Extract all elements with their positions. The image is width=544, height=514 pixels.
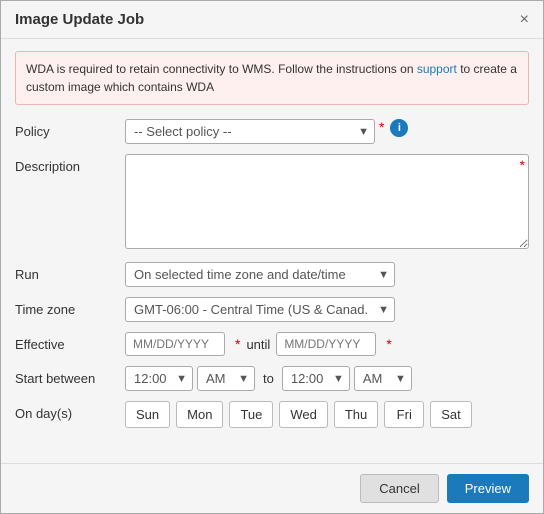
time-start-wrapper: 12:00 ▼: [125, 366, 193, 391]
close-button[interactable]: ×: [520, 12, 529, 28]
description-label: Description: [15, 154, 125, 174]
run-select[interactable]: On selected time zone and date/time: [125, 262, 395, 287]
effective-date-start[interactable]: [125, 332, 225, 356]
policy-select[interactable]: -- Select policy --: [125, 119, 375, 144]
time-end-wrapper: 12:00 ▼: [282, 366, 350, 391]
ampm-start-select[interactable]: AM: [197, 366, 255, 391]
days-row: SunMonTueWedThuFriSat: [125, 401, 472, 428]
dialog-footer: Cancel Preview: [1, 463, 543, 513]
dialog-header: Image Update Job ×: [1, 1, 543, 39]
day-button-fri[interactable]: Fri: [384, 401, 424, 428]
support-link[interactable]: support: [417, 62, 457, 76]
timezone-select[interactable]: GMT-06:00 - Central Time (US & Canad.: [125, 297, 395, 322]
policy-label: Policy: [15, 119, 125, 139]
image-update-job-dialog: Image Update Job × WDA is required to re…: [0, 0, 544, 514]
start-between-label: Start between: [15, 366, 125, 386]
effective-label: Effective: [15, 332, 125, 352]
effective-end-star: *: [386, 336, 391, 352]
effective-control: * until *: [125, 332, 529, 356]
preview-button[interactable]: Preview: [447, 474, 529, 503]
description-required-star: *: [520, 157, 525, 173]
dialog-title: Image Update Job: [15, 11, 144, 28]
timezone-select-wrapper: GMT-06:00 - Central Time (US & Canad. ▼: [125, 297, 395, 322]
on-days-label: On day(s): [15, 401, 125, 421]
description-textarea[interactable]: [125, 154, 529, 249]
on-days-control: SunMonTueWedThuFriSat: [125, 401, 529, 428]
cancel-button[interactable]: Cancel: [360, 474, 438, 503]
on-days-row: On day(s) SunMonTueWedThuFriSat: [15, 401, 529, 428]
day-button-sat[interactable]: Sat: [430, 401, 472, 428]
dialog-body: WDA is required to retain connectivity t…: [1, 39, 543, 450]
start-between-row: Start between 12:00 ▼ AM ▼: [15, 366, 529, 391]
time-row: 12:00 ▼ AM ▼ to 12:00: [125, 366, 412, 391]
policy-select-wrapper: -- Select policy -- ▼: [125, 119, 375, 144]
time-start-select[interactable]: 12:00: [125, 366, 193, 391]
alert-message-before: WDA is required to retain connectivity t…: [26, 62, 417, 76]
ampm-start-wrapper: AM ▼: [197, 366, 255, 391]
timezone-label: Time zone: [15, 297, 125, 317]
ampm-end-select[interactable]: AM: [354, 366, 412, 391]
day-button-mon[interactable]: Mon: [176, 401, 223, 428]
timezone-row: Time zone GMT-06:00 - Central Time (US &…: [15, 297, 529, 322]
start-between-control: 12:00 ▼ AM ▼ to 12:00: [125, 366, 529, 391]
to-label: to: [263, 371, 274, 386]
day-button-thu[interactable]: Thu: [334, 401, 378, 428]
time-end-select[interactable]: 12:00: [282, 366, 350, 391]
until-label: until: [246, 337, 270, 352]
ampm-end-wrapper: AM ▼: [354, 366, 412, 391]
effective-date-end[interactable]: [276, 332, 376, 356]
effective-start-star: *: [235, 336, 240, 352]
policy-required-star: *: [379, 119, 384, 135]
run-control: On selected time zone and date/time ▼: [125, 262, 529, 287]
day-button-sun[interactable]: Sun: [125, 401, 170, 428]
effective-date-row: * until *: [125, 332, 392, 356]
day-button-wed[interactable]: Wed: [279, 401, 328, 428]
description-row: Description *: [15, 154, 529, 252]
run-select-wrapper: On selected time zone and date/time ▼: [125, 262, 395, 287]
run-row: Run On selected time zone and date/time …: [15, 262, 529, 287]
policy-info-icon[interactable]: i: [390, 119, 408, 137]
run-label: Run: [15, 262, 125, 282]
policy-row: Policy -- Select policy -- ▼ * i: [15, 119, 529, 144]
policy-control: -- Select policy -- ▼ * i: [125, 119, 529, 144]
effective-row: Effective * until *: [15, 332, 529, 356]
description-wrapper: *: [125, 154, 529, 252]
day-button-tue[interactable]: Tue: [229, 401, 273, 428]
alert-box: WDA is required to retain connectivity t…: [15, 51, 529, 105]
timezone-control: GMT-06:00 - Central Time (US & Canad. ▼: [125, 297, 529, 322]
